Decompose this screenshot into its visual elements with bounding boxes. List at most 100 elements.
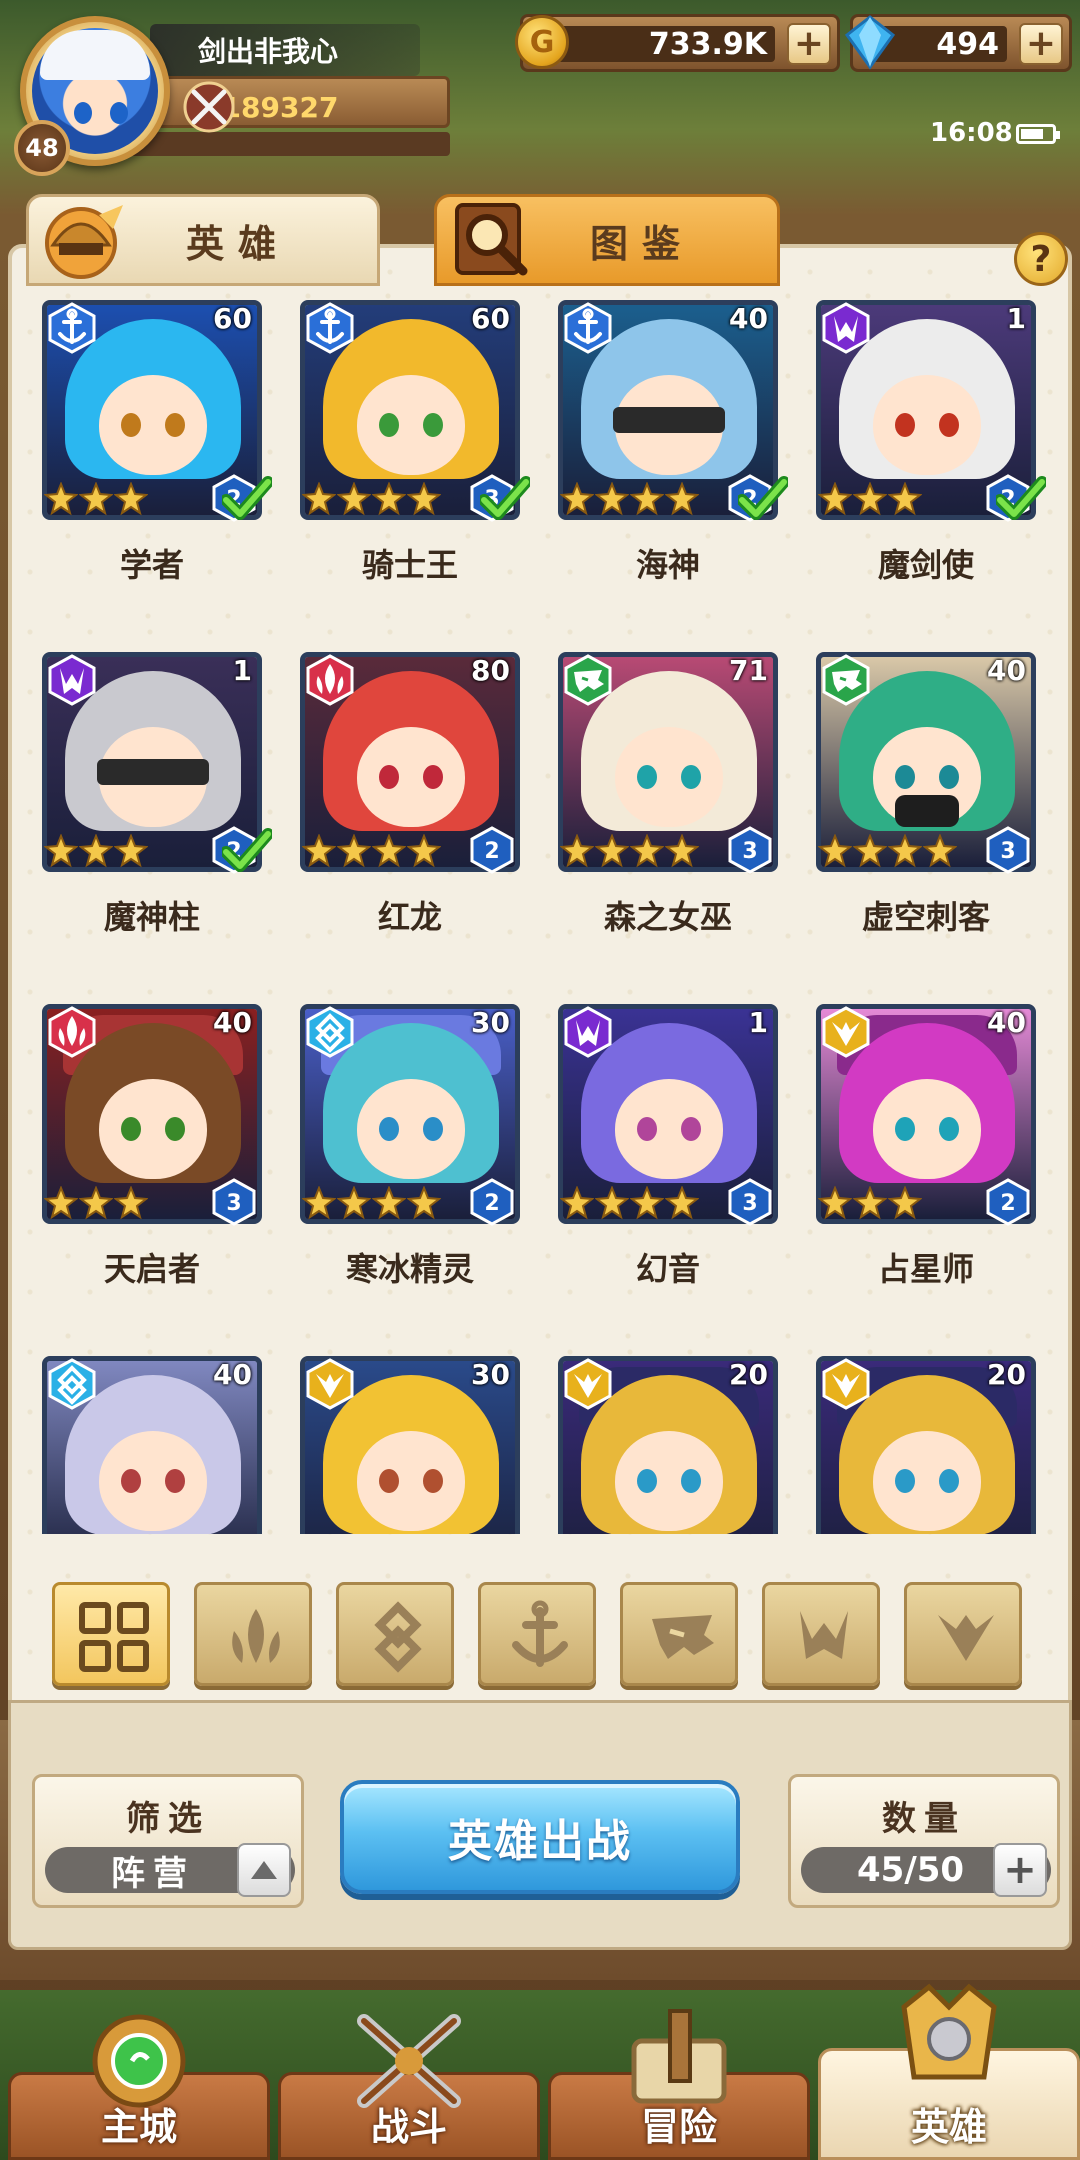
deploy-heroes-button[interactable]: 英雄出战	[340, 1780, 740, 1894]
nav-tab-main-city[interactable]: 主城	[8, 2014, 270, 2160]
hero-card[interactable]: 80 2 红龙	[300, 642, 520, 942]
beast-filter-button[interactable]	[620, 1582, 738, 1686]
hero-card[interactable]: 20	[816, 1346, 1036, 1534]
filter-toggle-button[interactable]	[237, 1843, 291, 1897]
star-rating	[818, 1186, 923, 1226]
hero-level: 40	[987, 654, 1026, 687]
light-icon	[938, 1615, 994, 1661]
star-icon	[595, 1186, 629, 1220]
ice-icon	[374, 1601, 422, 1673]
hero-card[interactable]: 1 2 魔神柱	[42, 642, 272, 942]
star-rating	[302, 834, 442, 874]
hero-card[interactable]: 71 3 森之女巫	[558, 642, 778, 942]
rank-badge: 3	[728, 1178, 772, 1226]
hero-card[interactable]: 40 2 海神	[558, 290, 788, 590]
tab-codex[interactable]: 图鉴	[434, 194, 780, 286]
hero-name: 学者	[119, 546, 184, 584]
deployed-check-icon	[738, 476, 788, 520]
deployed-check-icon	[222, 476, 272, 520]
light-faction-icon	[564, 1358, 612, 1410]
all-filter-button[interactable]	[52, 1582, 170, 1686]
hero-level: 1	[232, 654, 252, 687]
shadow-icon	[800, 1611, 848, 1659]
hero-level: 20	[987, 1358, 1026, 1391]
star-icon	[630, 834, 664, 868]
add-diamond-button[interactable]: +	[1019, 23, 1063, 65]
hero-card[interactable]: 30 2 寒冰精灵	[300, 994, 520, 1294]
hero-card[interactable]: 40 3 虚空刺客	[816, 642, 1036, 942]
player-name: 剑出非我心	[150, 24, 420, 76]
fire-filter-button[interactable]	[194, 1582, 312, 1686]
all-icon	[79, 1602, 149, 1672]
star-rating	[44, 482, 149, 522]
hero-level: 40	[987, 1006, 1026, 1039]
hero-card[interactable]: 40	[42, 1346, 262, 1534]
star-icon	[114, 834, 148, 868]
anchor-filter-button[interactable]	[478, 1582, 596, 1686]
count-value-text: 45/50	[857, 1850, 965, 1890]
hero-name: 海神	[635, 546, 700, 584]
star-icon	[853, 482, 887, 516]
crossed-swords-icon	[183, 81, 235, 133]
tab-heroes[interactable]: 英雄	[26, 194, 380, 286]
filter-control: 筛选 阵营	[32, 1774, 304, 1908]
shadow-faction-icon	[48, 654, 96, 706]
star-icon	[79, 1186, 113, 1220]
clock: 16:08	[930, 118, 1013, 148]
hero-level: 1	[1006, 302, 1026, 335]
hero-name: 虚空刺客	[861, 898, 990, 936]
hero-card[interactable]: 60 2 学者	[42, 290, 272, 590]
hero-card[interactable]: 20	[558, 1346, 778, 1534]
ice-filter-button[interactable]	[336, 1582, 454, 1686]
star-rating	[44, 834, 149, 874]
star-icon	[337, 482, 371, 516]
hero-card[interactable]: 1 2 魔剑使	[816, 290, 1046, 590]
star-icon	[337, 834, 371, 868]
diamond-value: 494	[936, 26, 999, 62]
tab-codex-label: 图鉴	[589, 221, 694, 266]
shadow-filter-button[interactable]	[762, 1582, 880, 1686]
nav-tab-adventure[interactable]: 冒险	[548, 2009, 810, 2160]
light-faction-icon	[822, 1006, 870, 1058]
star-icon	[302, 834, 336, 868]
hero-card[interactable]: 1 3 幻音	[558, 994, 778, 1294]
rank-badge: 3	[728, 826, 772, 874]
count-title: 数量	[882, 1799, 966, 1839]
rank-number: 3	[226, 1191, 241, 1216]
anchor-icon	[512, 1600, 568, 1667]
nav-label: 主城	[100, 2105, 177, 2149]
star-icon	[630, 1186, 664, 1220]
hero-card[interactable]: 60 3 骑士王	[300, 290, 530, 590]
fire-faction-icon	[48, 1006, 96, 1058]
star-icon	[407, 834, 441, 868]
star-icon	[79, 834, 113, 868]
nav-tab-heroes[interactable]: 英雄	[818, 1983, 1080, 2160]
star-icon	[79, 482, 113, 516]
star-icon	[44, 834, 78, 868]
star-icon	[302, 1186, 336, 1220]
hero-card[interactable]: 30	[300, 1346, 520, 1534]
hero-card[interactable]: 40 2 占星师	[816, 994, 1036, 1294]
fire-icon	[232, 1609, 280, 1663]
star-icon	[818, 834, 852, 868]
ice-faction-icon	[48, 1358, 96, 1410]
player-level-badge: 48	[14, 120, 70, 176]
star-icon	[888, 1186, 922, 1220]
hero-name: 魔剑使	[877, 546, 974, 584]
magnifier-book-icon	[455, 203, 528, 276]
exp-bar	[120, 132, 450, 156]
star-icon	[923, 834, 957, 868]
star-icon	[372, 834, 406, 868]
star-icon	[44, 1186, 78, 1220]
nav-tab-battle[interactable]: 战斗	[278, 2014, 540, 2160]
hero-level: 40	[213, 1358, 252, 1391]
star-rating	[560, 834, 700, 874]
star-rating	[818, 482, 923, 522]
light-filter-button[interactable]	[904, 1582, 1022, 1686]
hero-name: 天启者	[103, 1250, 200, 1288]
beast-faction-icon	[822, 654, 870, 706]
help-button[interactable]: ?	[1014, 232, 1068, 286]
add-gold-button[interactable]: +	[787, 23, 831, 65]
add-slot-button[interactable]: +	[993, 1843, 1047, 1897]
hero-card[interactable]: 40 3 天启者	[42, 994, 262, 1294]
